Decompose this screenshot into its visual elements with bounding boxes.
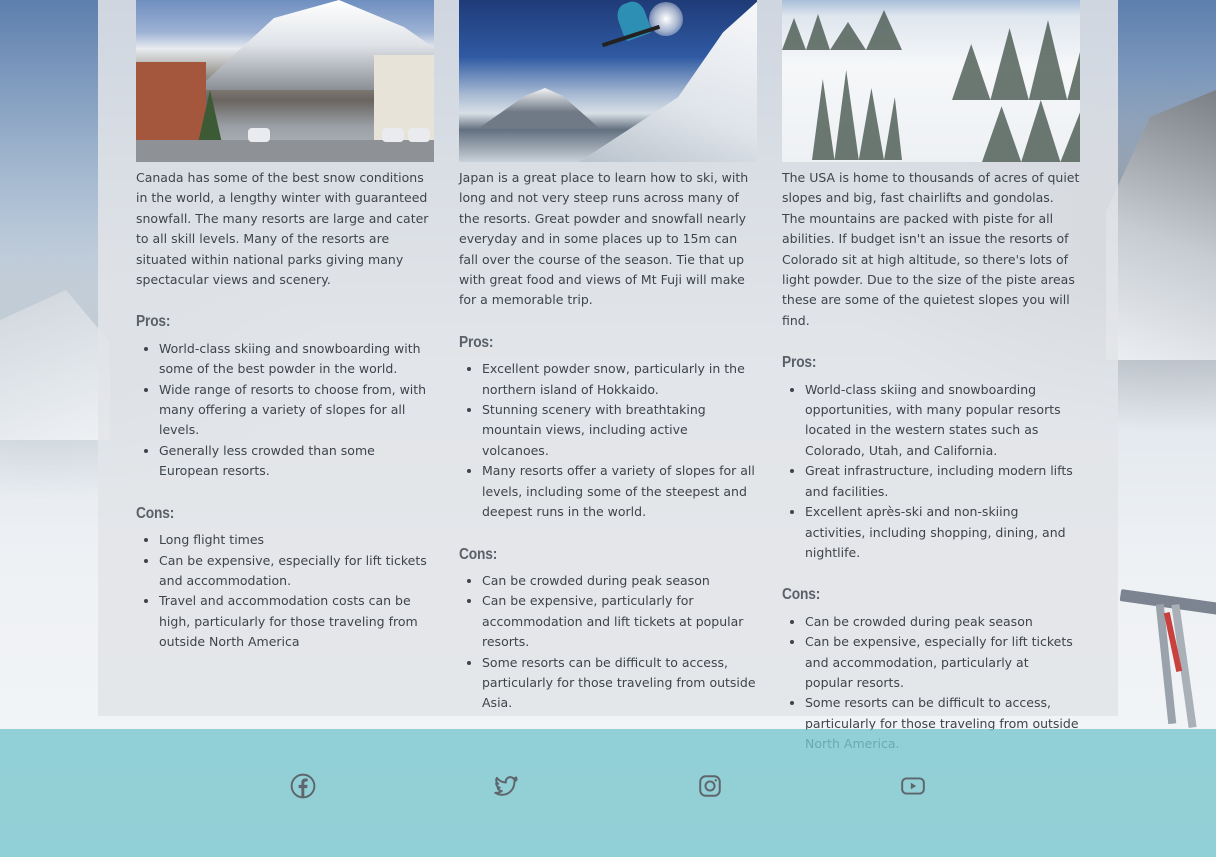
list-item: Stunning scenery with breathtaking mount… [482, 400, 757, 461]
instagram-icon[interactable] [697, 773, 723, 799]
list-item: World-class skiing and snowboarding with… [159, 339, 434, 380]
list-item: Long flight times [159, 530, 434, 550]
list-item: Generally less crowded than some Europea… [159, 441, 434, 482]
list-item: Wide range of resorts to choose from, wi… [159, 380, 434, 441]
destination-card-usa: The USA is home to thousands of acres of… [782, 0, 1080, 755]
pros-list: Excellent powder snow, particularly in t… [459, 359, 757, 522]
pros-list: World-class skiing and snowboarding with… [136, 339, 434, 482]
pros-heading: Pros: [459, 333, 494, 351]
twitter-icon[interactable] [493, 773, 519, 799]
list-item: World-class skiing and snowboarding oppo… [805, 380, 1080, 462]
facebook-icon[interactable] [290, 773, 316, 799]
cons-heading: Cons: [782, 586, 821, 604]
destinations-panel: Canada has some of the best snow conditi… [98, 0, 1118, 751]
cons-heading: Cons: [459, 545, 498, 563]
footer [0, 729, 1216, 857]
list-item: Excellent powder snow, particularly in t… [482, 359, 757, 400]
list-item: Great infrastructure, including modern l… [805, 461, 1080, 502]
pros-heading: Pros: [136, 313, 171, 331]
list-item: Many resorts offer a variety of slopes f… [482, 461, 757, 522]
list-item: Some resorts can be difficult to access,… [482, 653, 757, 714]
destination-card-japan: Japan is a great place to learn how to s… [459, 0, 757, 714]
cons-heading: Cons: [136, 504, 175, 522]
cons-list: Can be crowded during peak season Can be… [459, 571, 757, 714]
card-description: Canada has some of the best snow conditi… [136, 170, 429, 288]
japan-photo [459, 0, 757, 162]
list-item: Excellent après-ski and non-skiing activ… [805, 502, 1080, 563]
card-description: The USA is home to thousands of acres of… [782, 170, 1080, 328]
background-mountain-left [0, 290, 110, 440]
list-item: Can be expensive, particularly for accom… [482, 591, 757, 652]
canada-photo [136, 0, 434, 162]
background-mountain-right [1106, 90, 1216, 360]
list-item: Can be crowded during peak season [805, 612, 1080, 632]
card-description: Japan is a great place to learn how to s… [459, 170, 749, 308]
usa-photo [782, 0, 1080, 162]
cons-list: Long flight times Can be expensive, espe… [136, 530, 434, 652]
destination-card-canada: Canada has some of the best snow conditi… [136, 0, 434, 653]
youtube-icon[interactable] [900, 773, 926, 799]
list-item: Can be expensive, especially for lift ti… [159, 551, 434, 592]
pros-heading: Pros: [782, 354, 817, 372]
list-item: Travel and accommodation costs can be hi… [159, 591, 434, 652]
list-item: Can be expensive, especially for lift ti… [805, 632, 1080, 693]
background-signpost [1119, 589, 1216, 730]
list-item: Can be crowded during peak season [482, 571, 757, 591]
pros-list: World-class skiing and snowboarding oppo… [782, 380, 1080, 564]
